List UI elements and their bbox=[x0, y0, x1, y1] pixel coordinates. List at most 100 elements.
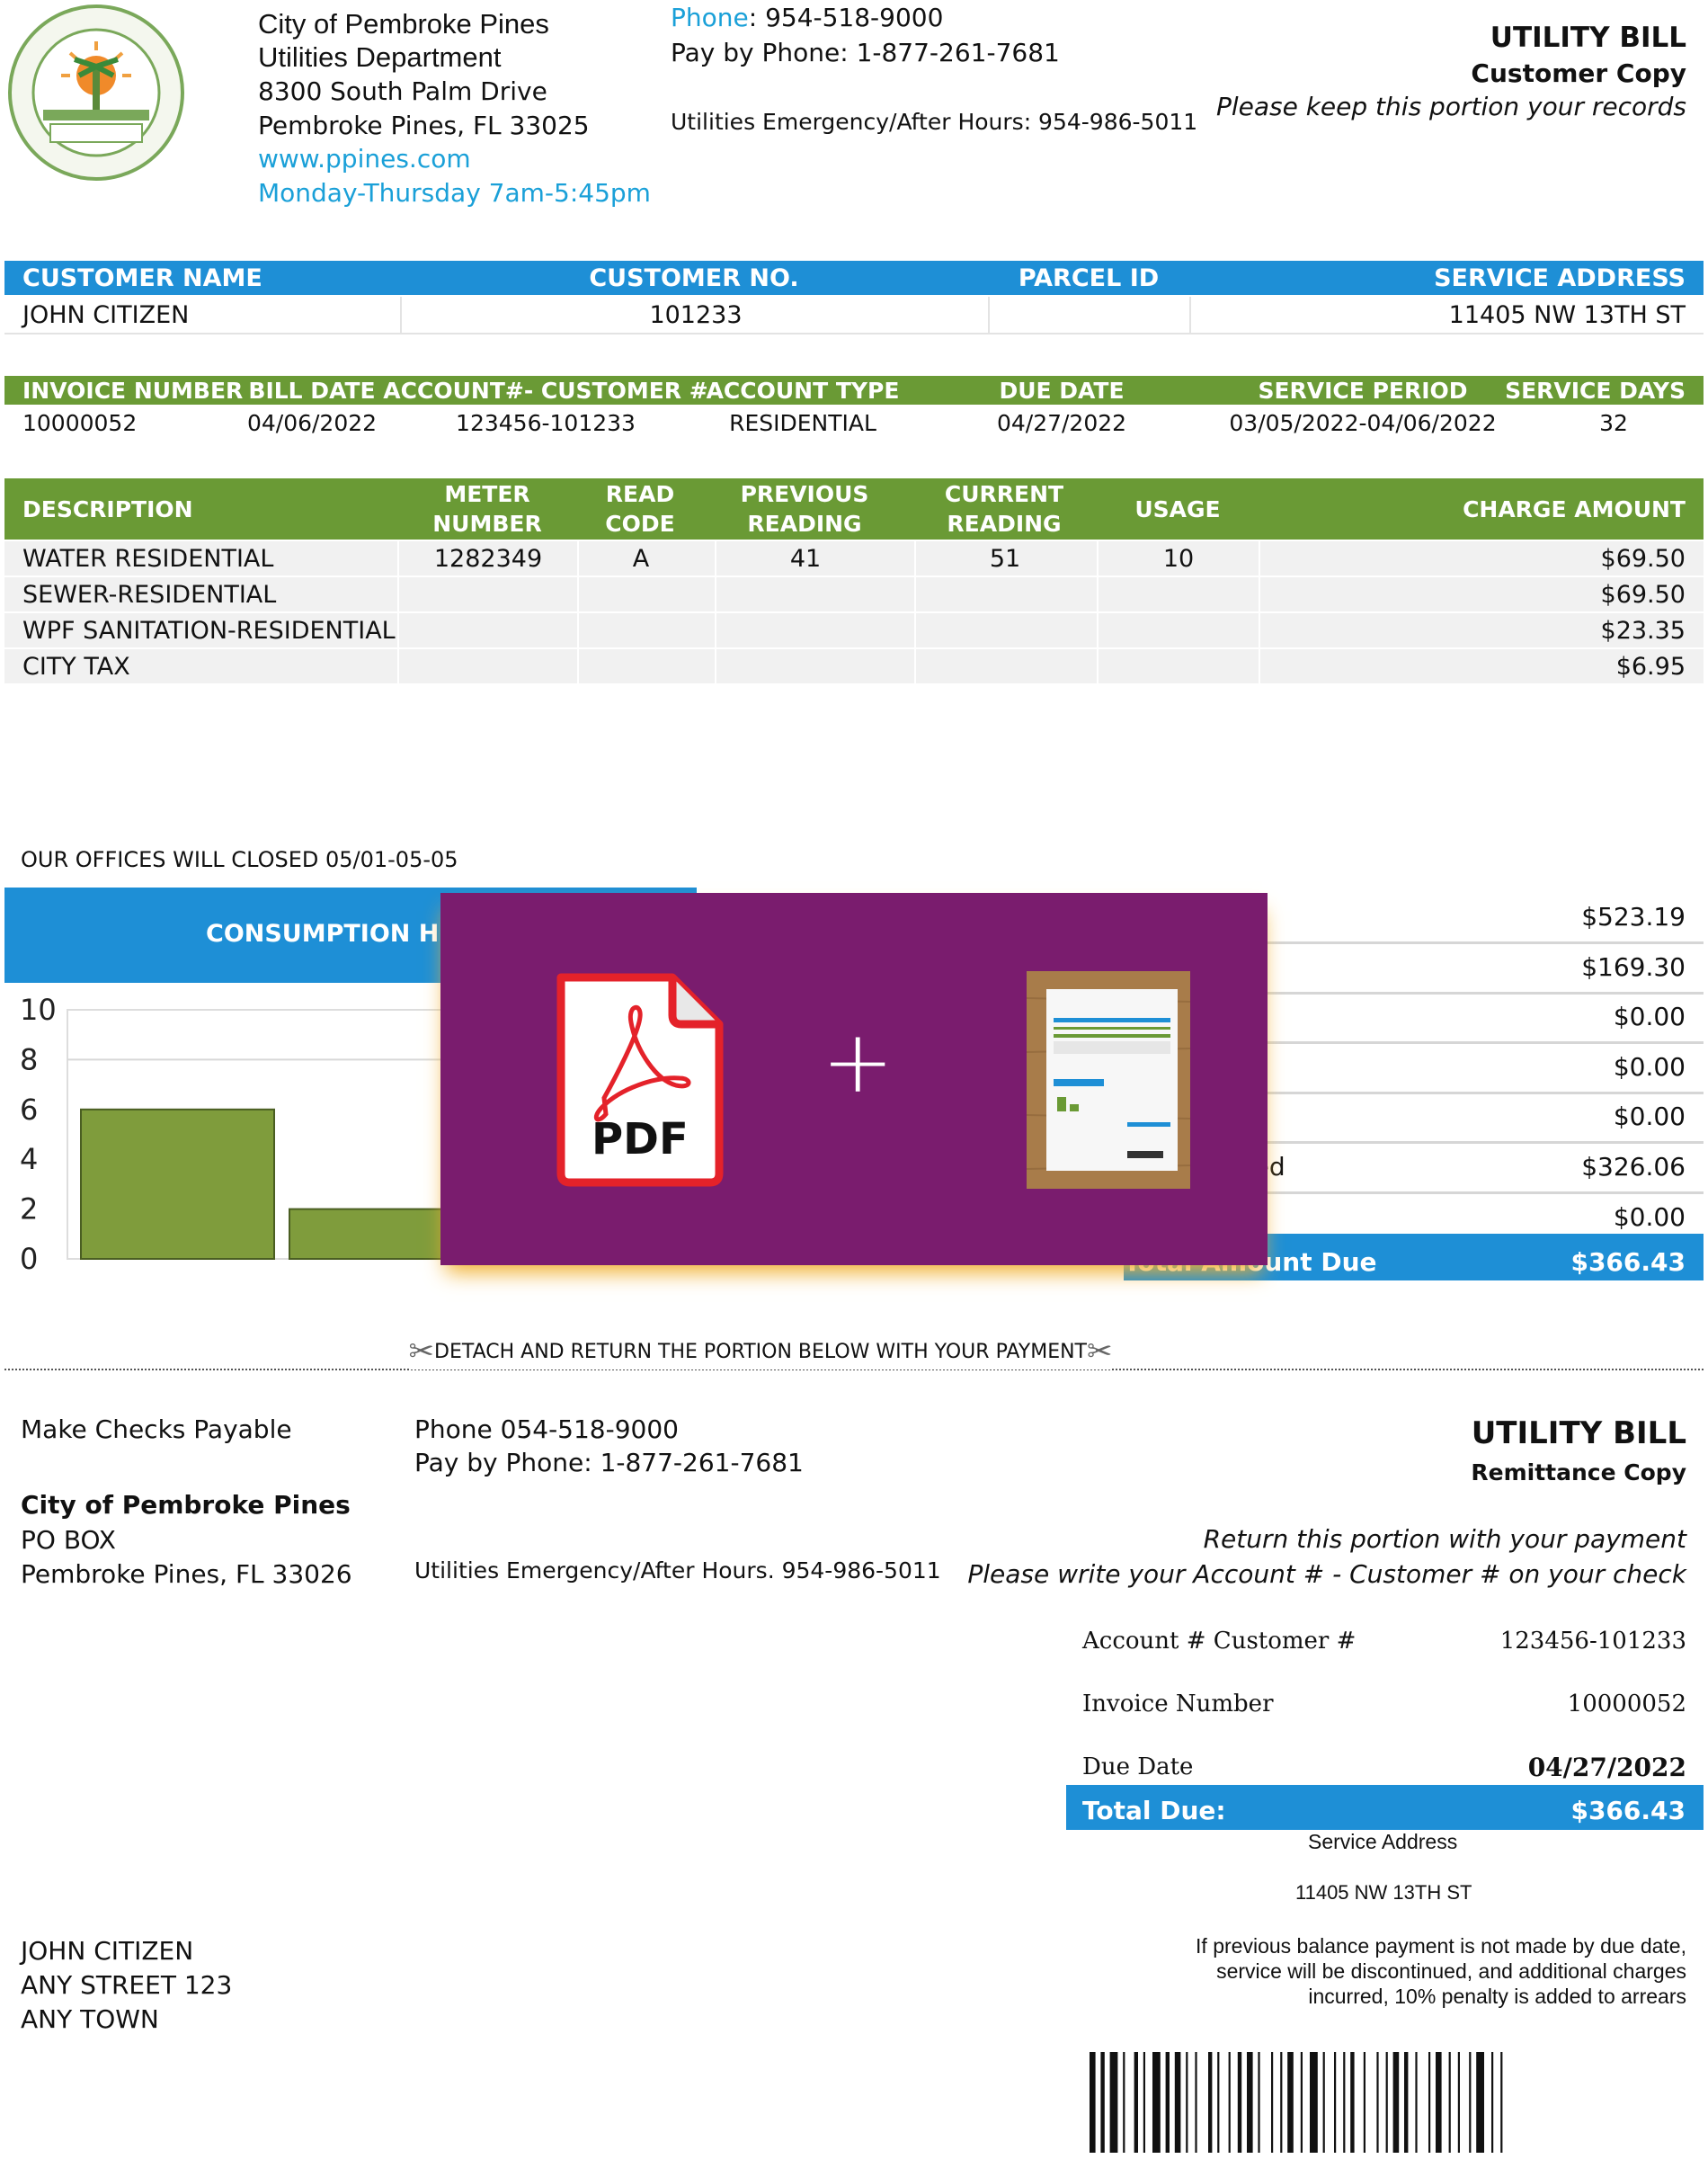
mail-customer-town: ANY TOWN bbox=[21, 2004, 159, 2034]
charge-row: CITY TAX $6.95 bbox=[4, 649, 1704, 683]
charge-cell-read-code: A bbox=[577, 541, 703, 575]
barcode-bar bbox=[1404, 2052, 1409, 2153]
return-note: Return this portion with your payment bbox=[1203, 1524, 1686, 1554]
barcode-bar bbox=[1247, 2052, 1253, 2153]
barcode-bar bbox=[1228, 2052, 1231, 2153]
charge-cell-previous bbox=[715, 649, 894, 683]
barcode-bar bbox=[1300, 2052, 1303, 2153]
barcode-bar bbox=[1287, 2052, 1294, 2153]
charge-cell-amount: $23.35 bbox=[1259, 613, 1704, 647]
penalty-line2: service will be discontinued, and additi… bbox=[1216, 1959, 1686, 1983]
cell-service-days: 32 bbox=[1599, 409, 1628, 436]
col-due-date: DUE DATE bbox=[999, 377, 1125, 404]
remit-due-value: 04/27/2022 bbox=[1527, 1753, 1686, 1782]
barcode-bar bbox=[1491, 2052, 1494, 2153]
consumption-bar bbox=[289, 1208, 448, 1261]
service-address-value: 11405 NW 13TH ST bbox=[1295, 1881, 1472, 1904]
charge-cell-previous: 41 bbox=[715, 541, 894, 575]
keep-note: Please keep this portion your records bbox=[1215, 92, 1686, 121]
charge-cell-current: 51 bbox=[914, 541, 1094, 575]
col-service-period: SERVICE PERIOD bbox=[1258, 377, 1468, 404]
barcode-bar bbox=[1174, 2052, 1181, 2153]
charge-cell-usage bbox=[1097, 649, 1259, 683]
invoice-table-header: INVOICE NUMBER BILL DATE ACCOUNT#- CUSTO… bbox=[4, 376, 1704, 405]
barcode-bar bbox=[1457, 2052, 1460, 2153]
charge-row: WATER RESIDENTIAL 1282349 A 41 51 10 $69.50 bbox=[4, 541, 1704, 575]
remit-account-label: Account # Customer # bbox=[1082, 1628, 1357, 1655]
charge-cell-description: WATER RESIDENTIAL bbox=[22, 544, 274, 573]
charge-cell-previous bbox=[715, 613, 894, 647]
barcode-bar bbox=[1237, 2052, 1242, 2153]
total-amount-due-value: $366.43 bbox=[1570, 1247, 1686, 1277]
barcode-bar bbox=[1165, 2052, 1170, 2153]
barcode-bar bbox=[1195, 2052, 1197, 2153]
make-checks-payable: Make Checks Payable bbox=[21, 1414, 292, 1444]
cell-service-address: 11405 NW 13TH ST bbox=[1189, 297, 1704, 333]
scissors-icon: ✂ bbox=[408, 1334, 435, 1369]
charge-row: WPF SANITATION-RESIDENTIAL $23.35 bbox=[4, 613, 1704, 647]
website-link[interactable]: www.ppines.com bbox=[258, 142, 471, 175]
y-tick-label: 10 bbox=[20, 993, 57, 1027]
charge-cell-amount: $69.50 bbox=[1259, 541, 1704, 575]
org-address-line1: 8300 South Palm Drive bbox=[258, 76, 547, 106]
col-account-customer: ACCOUNT#- CUSTOMER # bbox=[383, 377, 708, 404]
penalty-line3: incurred, 10% penalty is added to arrear… bbox=[1308, 1985, 1686, 2008]
barcode-bar bbox=[1152, 2052, 1161, 2153]
balance-row-value: $523.19 bbox=[1581, 902, 1686, 932]
remit-pay-by-phone: Pay by Phone: 1-877-261-7681 bbox=[414, 1448, 804, 1477]
col-customer-no: CUSTOMER NO. bbox=[589, 263, 799, 292]
service-address-label: Service Address bbox=[1308, 1830, 1458, 1853]
barcode-bar bbox=[1500, 2052, 1503, 2153]
emergency-line: Utilities Emergency/After Hours: 954-986… bbox=[671, 109, 1198, 135]
remit-total-due-value: $366.43 bbox=[1570, 1796, 1686, 1825]
col-meter-number: METER NUMBER bbox=[397, 478, 577, 540]
col-read-line1: READ bbox=[605, 481, 675, 507]
barcode-bar bbox=[1100, 2052, 1105, 2153]
office-hours: Monday-Thursday 7am-5:45pm bbox=[258, 178, 651, 208]
y-tick-label: 0 bbox=[20, 1242, 38, 1272]
pay-by-phone: Pay by Phone: 1-877-261-7681 bbox=[671, 38, 1060, 67]
mail-customer-name: JOHN CITIZEN bbox=[21, 1936, 194, 1966]
col-account-type: ACCOUNT TYPE bbox=[706, 377, 900, 404]
pdf-icon-label: PDF bbox=[592, 1114, 689, 1164]
col-service-days: SERVICE DAYS bbox=[1505, 377, 1686, 404]
office-closure-notice: OUR OFFICES WILL CLOSED 05/01-05-05 bbox=[21, 847, 458, 872]
barcode-bar bbox=[1343, 2052, 1346, 2153]
cell-bill-date: 04/06/2022 bbox=[246, 409, 378, 436]
barcode-bar bbox=[1322, 2052, 1325, 2153]
cell-customer-no: 101233 bbox=[400, 297, 990, 333]
barcode-bar bbox=[1350, 2052, 1355, 2153]
bill-photo-thumbnail-icon bbox=[1026, 971, 1191, 1189]
charge-cell-previous bbox=[715, 577, 894, 611]
col-meter-line1: METER bbox=[444, 481, 530, 507]
consumption-chart: 10 8 6 4 2 0 bbox=[20, 993, 449, 1272]
barcode-bar bbox=[1428, 2052, 1431, 2153]
col-curr-line2: READING bbox=[947, 511, 1062, 537]
col-curr-line1: CURRENT bbox=[944, 481, 1064, 507]
charge-cell-usage: 10 bbox=[1097, 541, 1259, 575]
cell-service-period: 03/05/2022-04/06/2022 bbox=[1229, 409, 1497, 436]
balance-row-value: $0.00 bbox=[1613, 1002, 1686, 1032]
charge-cell-description: WPF SANITATION-RESIDENTIAL bbox=[22, 616, 396, 645]
charge-cell-meter bbox=[397, 577, 577, 611]
col-previous-reading: PREVIOUS READING bbox=[715, 478, 894, 540]
detach-instruction: ✂ DETACH AND RETURN THE PORTION BELOW WI… bbox=[408, 1334, 1112, 1369]
consumption-bar bbox=[80, 1108, 275, 1260]
write-account-note: Please write your Account # - Customer #… bbox=[967, 1559, 1686, 1589]
barcode-bar bbox=[1392, 2052, 1400, 2153]
remit-phone: Phone 054-518-9000 bbox=[414, 1414, 679, 1444]
charge-cell-amount: $6.95 bbox=[1259, 649, 1704, 683]
barcode-bar bbox=[1271, 2052, 1274, 2153]
barcode-bar bbox=[1143, 2052, 1145, 2153]
remit-due-label: Due Date bbox=[1082, 1753, 1194, 1780]
barcode-bar bbox=[1208, 2052, 1213, 2153]
barcode-bar bbox=[1217, 2052, 1220, 2153]
barcode-bar bbox=[1090, 2052, 1096, 2153]
copy-type: Customer Copy bbox=[1471, 58, 1686, 88]
cell-customer-name: JOHN CITIZEN bbox=[22, 300, 190, 329]
charge-cell-description: CITY TAX bbox=[22, 652, 130, 681]
remit-bill-title: UTILITY BILL bbox=[1471, 1415, 1686, 1451]
plus-icon: + bbox=[822, 1012, 894, 1112]
barcode-bar bbox=[1109, 2052, 1118, 2153]
charge-cell-read-code bbox=[577, 613, 703, 647]
